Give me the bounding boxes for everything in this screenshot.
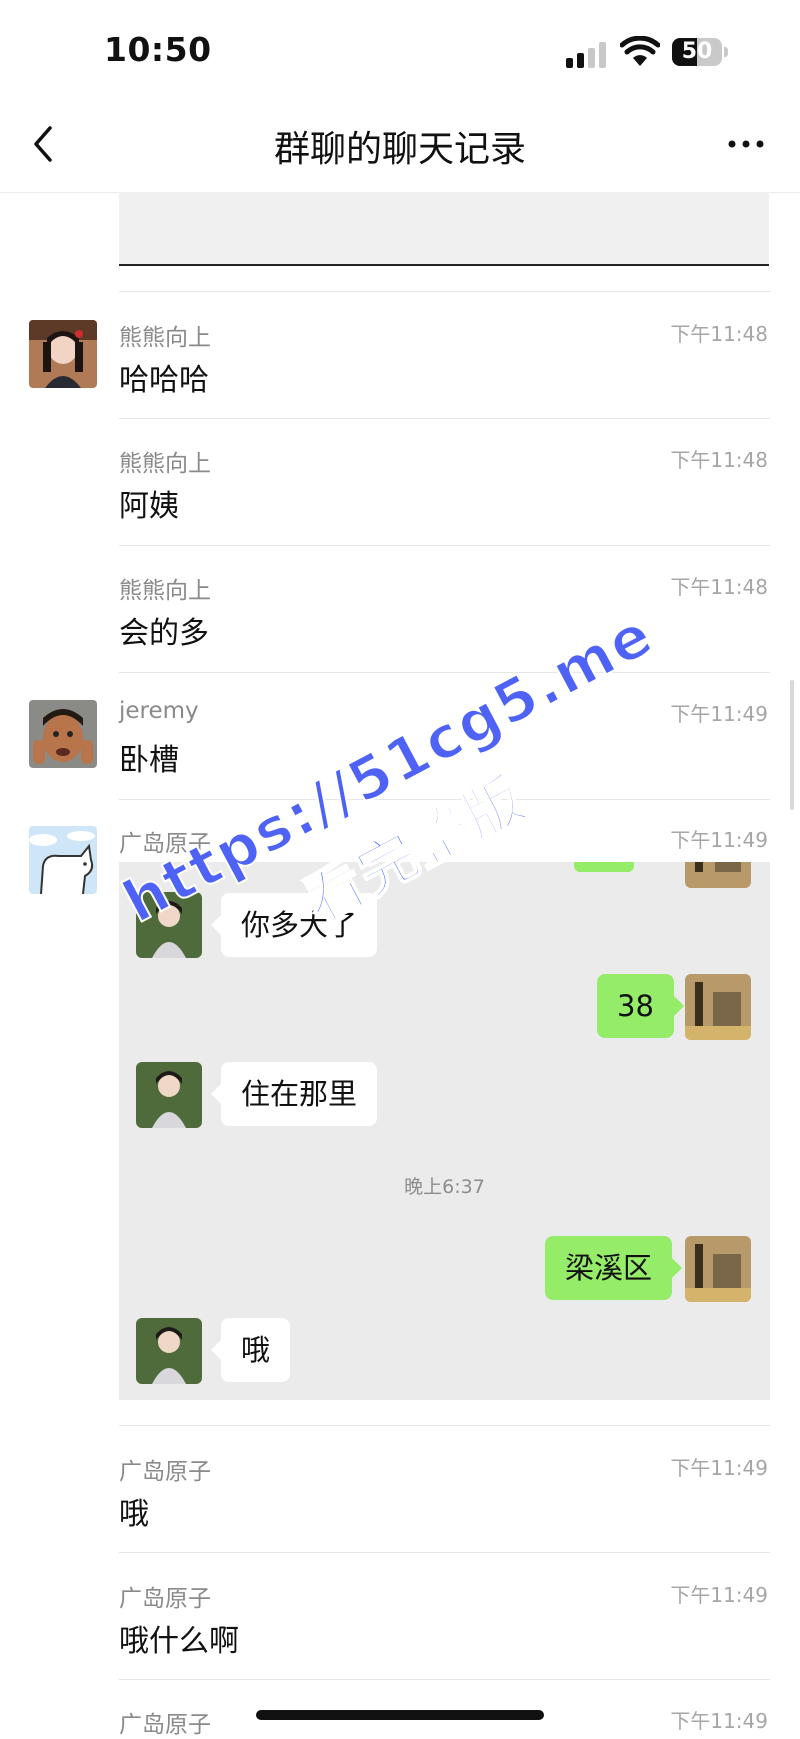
sender-name: 熊熊向上 [119, 451, 211, 477]
cellular-signal-icon [566, 42, 608, 68]
avatar-self [685, 862, 751, 888]
sender-name: 熊熊向上 [119, 325, 211, 351]
chat-bubble-incoming: 你多大了 [210, 893, 378, 957]
message-text: 阿姨 [119, 489, 179, 524]
avatar-girl [136, 1318, 202, 1384]
sender-name: 广岛原子 [119, 1586, 211, 1612]
chat-bubble-incoming: 住在那里 [210, 1062, 378, 1126]
sender-name: 广岛原子 [119, 831, 211, 857]
home-indicator [256, 1710, 544, 1720]
scrollbar-thumb[interactable] [790, 680, 794, 810]
battery-level: 50 [681, 39, 713, 64]
sender-name: 熊熊向上 [119, 578, 211, 604]
status-bar: 10:50 50 [0, 0, 800, 100]
more-options-icon[interactable] [724, 124, 768, 164]
message-time: 下午11:49 [670, 1583, 768, 1607]
sender-name: 广岛原子 [119, 1712, 211, 1738]
battery-tip [724, 47, 728, 57]
message-time: 下午11:49 [670, 702, 768, 726]
chat-bubble-outgoing: 38 [597, 974, 684, 1038]
message-text: 哦 [119, 1497, 149, 1532]
message-text: 哦什么啊 [119, 1624, 239, 1659]
divider [119, 1679, 770, 1680]
avatar-guangdao[interactable] [29, 826, 97, 894]
message-time: 下午11:48 [670, 322, 768, 346]
status-time: 10:50 [104, 30, 212, 69]
message-text: 卧槽 [119, 743, 179, 778]
avatar-xiongxiong[interactable] [29, 320, 97, 388]
page-title: 群聊的聊天记录 [273, 129, 526, 170]
chat-bubble-incoming: 哦 [210, 1318, 291, 1382]
divider [119, 418, 770, 419]
wifi-icon [620, 36, 660, 66]
avatar-girl [136, 892, 202, 958]
message-time: 下午11:48 [670, 575, 768, 599]
avatar-self [685, 974, 751, 1040]
divider [119, 1552, 770, 1553]
chat-bubble-outgoing: 梁溪区 [545, 1236, 683, 1300]
previous-forwarded-card[interactable] [119, 192, 769, 266]
message-text: 哈哈哈 [119, 363, 209, 398]
message-time: 下午11:49 [670, 1709, 768, 1733]
divider [119, 672, 770, 673]
battery-icon: 50 [672, 38, 722, 66]
message-text: 会的多 [119, 616, 209, 651]
divider [119, 291, 770, 292]
message-time: 下午11:49 [670, 828, 768, 852]
divider [119, 799, 770, 800]
message-time: 下午11:49 [670, 1456, 768, 1480]
divider [119, 545, 770, 546]
sender-name: 广岛原子 [119, 1459, 211, 1485]
message-time: 下午11:48 [670, 448, 768, 472]
avatar-girl [136, 1062, 202, 1128]
avatar-self [685, 1236, 751, 1302]
divider [119, 1425, 770, 1426]
avatar-jeremy[interactable] [29, 700, 97, 768]
nav-bar: 群聊的聊天记录 [0, 100, 800, 193]
sender-name: jeremy [119, 698, 199, 724]
forwarded-screenshot[interactable]: 你多大了 38 住在那里 晚上6:37 梁溪区 哦 [119, 862, 770, 1400]
chat-timestamp: 晚上6:37 [404, 1176, 485, 1198]
cropped-bubble [574, 862, 634, 872]
